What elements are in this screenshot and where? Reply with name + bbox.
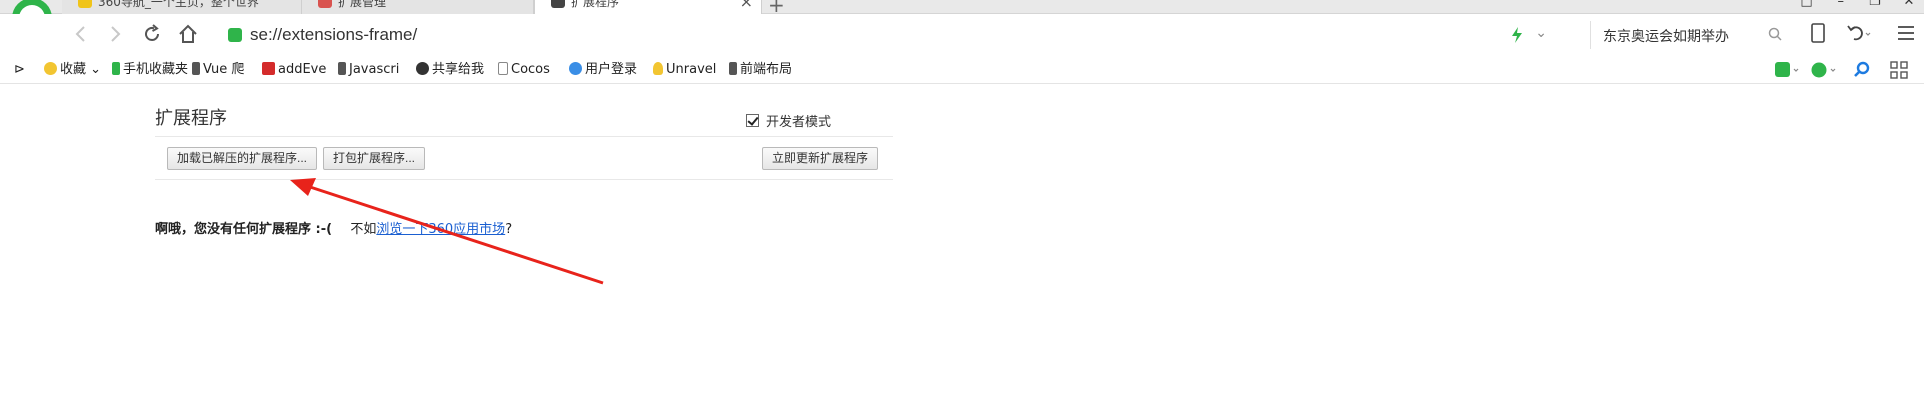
magnifier-icon[interactable] [1853,61,1871,83]
bookmark-frontend-layout[interactable]: 前端布局 [729,61,792,79]
menu-square-icon[interactable]: □ [1792,0,1822,9]
bookmark-label: 收藏 [60,62,87,77]
reload-button[interactable] [137,19,167,49]
home-icon [179,24,197,43]
bookmark-label: 前端布局 [740,62,793,77]
minimize-icon[interactable]: – [1826,0,1856,9]
load-unpacked-button[interactable]: 加载已解压的扩展程序... [167,147,318,170]
app-market-link[interactable]: 浏览一下360应用市场 [376,222,505,237]
vue-icon [729,62,737,75]
tab-extension-management[interactable]: 扩展管理 [302,0,534,14]
page-title: 扩展程序 [155,108,227,129]
bookmark-user-login[interactable]: 用户登录 [569,61,637,79]
forward-button[interactable] [100,19,130,49]
bookmark-addeve[interactable]: addEve [262,61,326,79]
bookmark-mobile[interactable]: 手机收藏夹 [112,61,188,79]
bookmark-unravel[interactable]: Unravel [653,61,716,79]
bookmark-shared[interactable]: 共享给我 [416,61,484,79]
window-controls: □ – ❐ ✕ [1792,0,1924,9]
empty-state-message: 啊哦，您没有任何扩展程序 :-( 不如浏览一下360应用市场? [155,218,512,237]
bookmark-label: Vue 爬 [203,62,245,77]
bookmark-label: addEve [278,62,327,77]
page-icon [498,62,508,75]
suggest-prefix: 不如 [350,222,377,237]
star-icon [44,62,57,75]
tab-strip: 360导航_一个主页，整个世界 扩展管理 扩展程序 × + □ – ❐ ✕ [0,0,1924,17]
bookmark-label: 手机收藏夹 [123,62,189,77]
menu-icon[interactable] [1896,22,1916,48]
back-arrow-icon [75,26,85,42]
bookmark-label: Javascri [349,62,400,77]
reload-icon [145,24,159,41]
addeve-icon [262,62,275,75]
vue-icon [338,62,346,75]
developer-mode-toggle[interactable]: 开发者模式 [746,111,831,130]
suggest-suffix: ? [505,222,513,237]
address-bar[interactable]: se://extensions-frame/ ⌄ [220,21,1575,49]
forward-arrow-icon [111,26,121,42]
puzzle-icon [551,0,565,8]
share-icon [416,62,429,75]
close-window-icon[interactable]: ✕ [1894,0,1924,9]
restore-icon[interactable]: ❐ [1860,0,1890,9]
tab-label: 360导航_一个主页，整个世界 [98,0,259,9]
apps-grid-icon[interactable] [1890,61,1908,83]
divider [155,136,893,137]
secure-shield-icon[interactable] [228,28,242,42]
bulb-icon [653,62,663,75]
360-icon [78,0,92,8]
undo-icon[interactable] [1846,22,1872,48]
pack-extension-button[interactable]: 打包扩展程序... [323,147,426,170]
search-box[interactable]: 东京奥运会如期举办 [1590,21,1790,49]
tab-360-navigation[interactable]: 360导航_一个主页，整个世界 [62,0,302,14]
yen-icon[interactable] [1811,61,1837,83]
update-extensions-button[interactable]: 立即更新扩展程序 [762,147,879,170]
address-url[interactable]: se://extensions-frame/ [250,24,417,46]
phone-icon [112,62,120,75]
close-tab-icon[interactable]: × [740,0,753,10]
divider [155,179,893,180]
bookmark-label: Cocos [511,62,550,77]
tab-extensions[interactable]: 扩展程序 × [534,0,762,14]
sidebar-toggle-icon[interactable]: ⊳ [14,61,25,79]
back-button[interactable] [66,19,96,49]
extensions-page: 扩展程序 开发者模式 加载已解压的扩展程序... 打包扩展程序... 立即更新扩… [0,84,1924,409]
search-icon[interactable] [1768,27,1782,41]
lightning-icon[interactable] [1511,26,1523,44]
bookmark-label: 共享给我 [432,62,485,77]
tablet-icon[interactable] [1810,22,1826,48]
tab-label: 扩展程序 [571,0,620,9]
bookmark-cocos[interactable]: Cocos [498,61,550,79]
bookmark-label: 用户登录 [585,62,638,77]
tab-label: 扩展管理 [338,0,387,9]
extension-manage-icon [318,0,332,8]
home-button[interactable] [173,19,203,49]
chevron-down-icon[interactable]: ⌄ [1535,25,1547,41]
developer-mode-checkbox[interactable] [746,114,759,127]
bookmark-label: Unravel [666,62,717,77]
developer-mode-label: 开发者模式 [766,115,832,130]
address-toolbar: se://extensions-frame/ ⌄ 东京奥运会如期举办 [0,14,1924,56]
search-query[interactable]: 东京奥运会如期举办 [1603,26,1729,46]
vue-icon [192,62,200,75]
bookmark-favorites[interactable]: 收藏 ⌄ [44,61,101,79]
globe-icon [569,62,582,75]
bookmarks-bar: ⊳ 收藏 ⌄ 手机收藏夹 Vue 爬 addEve Javascri 共享给我 … [0,56,1924,84]
bookmark-vue[interactable]: Vue 爬 [192,61,244,79]
bookmark-javascript[interactable]: Javascri [338,61,399,79]
translate-icon[interactable] [1774,61,1800,83]
empty-state-text: 啊哦，您没有任何扩展程序 :-( [155,222,333,237]
